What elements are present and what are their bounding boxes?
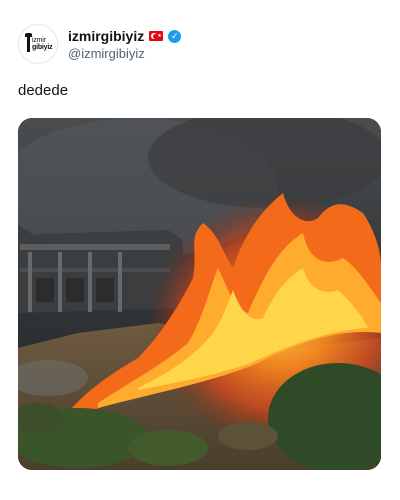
avatar-logo-line1: izmir [32, 37, 46, 44]
turkey-flag-icon: ★ [149, 31, 164, 41]
avatar-logo: izmir gibiyiz [32, 37, 53, 51]
user-info: izmirgibiyiz ★ ✓ @izmirgibiyiz [68, 27, 182, 61]
user-handle[interactable]: @izmirgibiyiz [68, 46, 181, 61]
tweet-text: dedede [18, 82, 69, 99]
tweet-header: izmir gibiyiz izmirgibiyiz ★ ✓ @izmirgib… [18, 24, 182, 64]
verified-badge-icon[interactable]: ✓ [168, 29, 182, 43]
wildfire-photo [18, 118, 381, 470]
display-name[interactable]: izmirgibiyiz [68, 28, 144, 44]
tweet-photo[interactable] [18, 118, 381, 470]
avatar[interactable]: izmir gibiyiz [18, 24, 58, 64]
name-row: izmirgibiyiz ★ ✓ [68, 27, 182, 45]
clock-tower-icon [25, 33, 32, 52]
avatar-logo-line2: gibiyiz [32, 44, 53, 51]
